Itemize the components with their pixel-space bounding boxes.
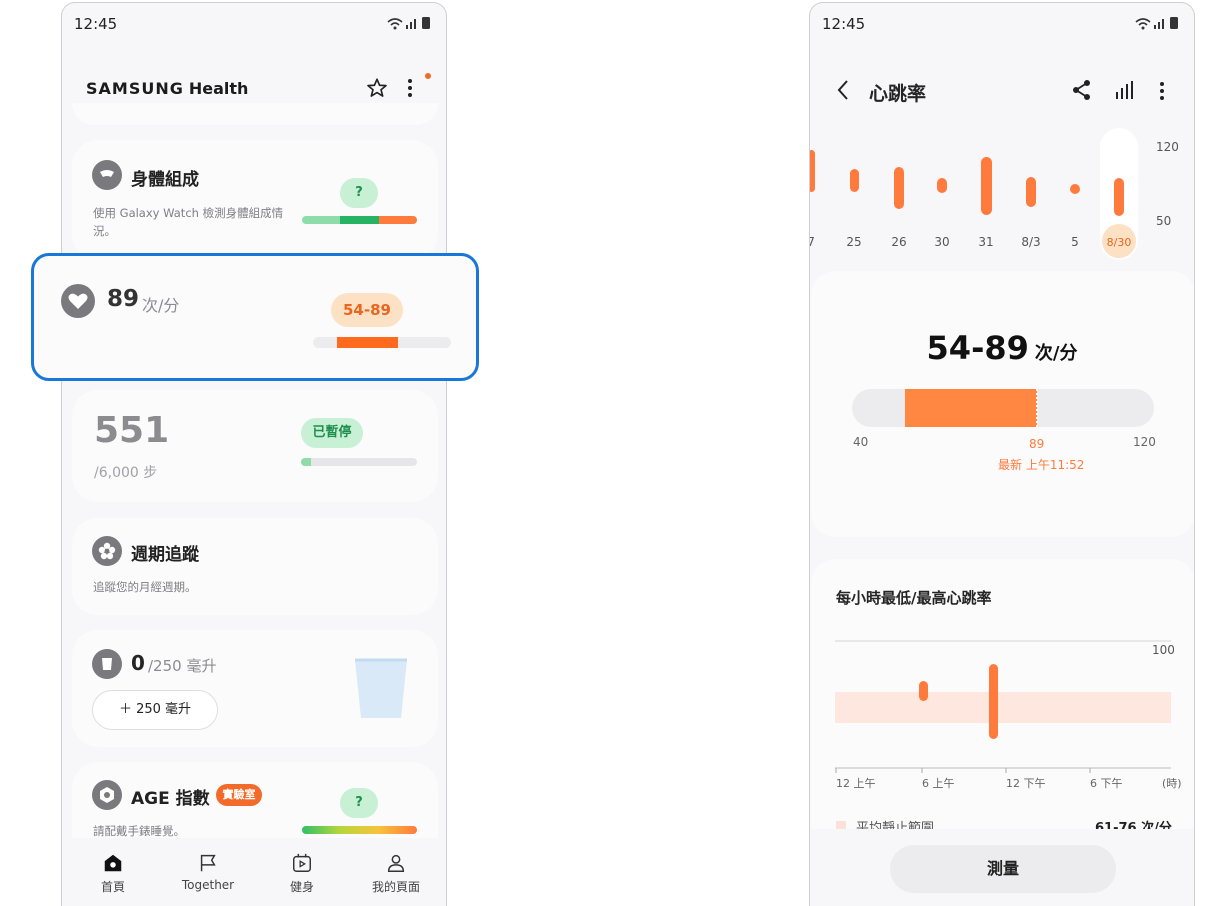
heart-icon	[61, 284, 95, 318]
scale-min-label: 40	[853, 435, 869, 449]
flower-icon	[92, 536, 122, 566]
app-logo: SAMSUNG Health	[86, 79, 249, 98]
flag-icon	[200, 854, 216, 872]
date-label-6: 5	[1071, 235, 1079, 249]
age-index-title: AGE 指數	[131, 789, 210, 809]
favorite-star-icon[interactable]	[366, 77, 388, 103]
age-index-badge: ?	[340, 788, 378, 818]
resting-range-band	[835, 692, 1171, 723]
previous-card-edge	[72, 103, 438, 125]
nav-fitness-label: 健身	[289, 880, 314, 894]
nav-my-page-label: 我的頁面	[371, 880, 420, 894]
date-label-2: 26	[891, 235, 906, 249]
cycle-tracking-title: 週期追蹤	[131, 545, 199, 565]
steps-goal: /6,000 步	[94, 465, 158, 481]
hour-label-2: 12 下午	[1006, 777, 1046, 790]
measure-button[interactable]: 測量	[890, 845, 1116, 893]
range-unit: 次/分	[1034, 343, 1078, 364]
heart-rate-detail-screen: 12:45 心跳率 7 25 26 30 31 8/3 5 8/30 120 50 54-89…	[809, 2, 1195, 906]
nav-home[interactable]: 首頁	[68, 852, 158, 895]
nav-my-page[interactable]: 我的頁面	[351, 852, 441, 895]
heart-rate-value: 89	[107, 286, 140, 312]
fitness-play-icon	[293, 853, 311, 872]
range-bar-fill	[905, 389, 1037, 427]
body-composition-card[interactable]: 身體組成 使用 Galaxy Watch 檢測身體組成情況。 ?	[72, 140, 438, 260]
add-water-button[interactable]: ＋ 250 毫升	[92, 690, 218, 730]
range-bar-track	[852, 389, 1154, 427]
water-goal: /250 毫升	[148, 657, 217, 675]
y-axis-label-min: 50	[1156, 214, 1171, 228]
range-value: 54-89	[926, 329, 1029, 367]
daily-heart-rate-chart[interactable]: 7 25 26 30 31 8/3 5 8/30 120 50	[810, 128, 1195, 263]
status-bar: 12:45	[810, 3, 1194, 43]
back-arrow-icon[interactable]	[836, 79, 850, 105]
steps-paused-badge: 已暫停	[301, 418, 363, 448]
steps-progress-bar	[301, 458, 417, 466]
steps-value: 551	[94, 410, 170, 451]
heart-rate-bar-fill	[337, 337, 398, 348]
latest-value-label: 89	[1029, 437, 1045, 451]
steps-card[interactable]: 551 /6,000 步 已暫停	[72, 390, 438, 502]
home-icon	[104, 854, 122, 872]
body-composition-title: 身體組成	[131, 170, 199, 190]
hourly-heart-rate-chart[interactable]: 100 12 上午 6 上午 12 下午 6 下午 (時)	[810, 623, 1195, 803]
date-label-5: 8/3	[1021, 235, 1040, 249]
hourly-section-title: 每小時最低/最高心跳率	[836, 589, 992, 607]
nav-home-label: 首頁	[100, 880, 125, 894]
water-value: 0	[131, 651, 145, 675]
nav-fitness[interactable]: 健身	[257, 852, 347, 895]
share-icon[interactable]	[1072, 79, 1092, 105]
latest-time-label: 最新 上午11:52	[998, 458, 1085, 472]
nav-together-label: Together	[181, 878, 235, 892]
lab-tag: 實驗室	[216, 784, 262, 806]
bottom-navigation: 首頁 Together 健身 我的頁面	[62, 838, 446, 906]
steps-progress-fill	[301, 458, 312, 466]
status-time: 12:45	[74, 15, 118, 33]
body-composition-subtitle: 使用 Galaxy Watch 檢測身體組成情況。	[93, 206, 284, 238]
latest-marker	[1036, 389, 1038, 427]
age-index-bar	[302, 826, 417, 834]
cycle-tracking-card[interactable]: 週期追蹤 追蹤您的月經週期。	[72, 518, 438, 615]
status-icons	[386, 15, 434, 35]
page-title: 心跳率	[869, 83, 927, 105]
date-label-1: 25	[846, 235, 861, 249]
water-card[interactable]: 0 /250 毫升 ＋ 250 毫升	[72, 630, 438, 747]
hour-label-1: 6 上午	[922, 777, 955, 790]
date-label-0: 7	[810, 235, 815, 249]
date-label-7: 8/30	[1107, 236, 1132, 249]
heart-rate-range-badge: 54-89	[331, 293, 403, 327]
hour-label-0: 12 上午	[836, 777, 876, 790]
more-options-icon[interactable]	[1158, 80, 1166, 106]
body-composition-bar	[302, 216, 417, 224]
chart-bars-icon[interactable]	[1114, 80, 1134, 104]
nav-together[interactable]: Together	[163, 852, 253, 892]
body-composition-badge: ?	[340, 178, 378, 208]
hourly-y-max-label: 100	[1152, 643, 1175, 657]
person-icon	[387, 854, 405, 872]
more-options-icon[interactable]	[406, 77, 414, 103]
heart-rate-card-highlighted[interactable]: 89 次/分 54-89	[31, 253, 479, 381]
samsung-health-home-screen: 12:45 SAMSUNG Health 身體組成 使用 Galaxy Watch…	[61, 2, 447, 906]
y-axis-label-max: 120	[1156, 140, 1179, 154]
hour-label-4: (時)	[1162, 777, 1182, 790]
date-label-4: 31	[978, 235, 993, 249]
scale-max-label: 120	[1133, 435, 1156, 449]
status-bar: 12:45	[62, 3, 446, 43]
heart-rate-bar	[313, 337, 451, 348]
status-time: 12:45	[822, 15, 866, 33]
body-composition-icon	[92, 160, 122, 190]
notification-dot	[425, 73, 431, 79]
water-glass-illustration	[353, 658, 409, 724]
cup-icon	[92, 649, 122, 679]
heart-rate-range: 54-89 次/分	[810, 329, 1194, 367]
status-icons	[1134, 15, 1182, 35]
hour-label-3: 6 下午	[1090, 777, 1123, 790]
cycle-tracking-subtitle: 追蹤您的月經週期。	[93, 580, 197, 594]
date-label-3: 30	[934, 235, 949, 249]
hexagon-icon	[92, 780, 122, 810]
heart-rate-unit: 次/分	[142, 296, 180, 315]
